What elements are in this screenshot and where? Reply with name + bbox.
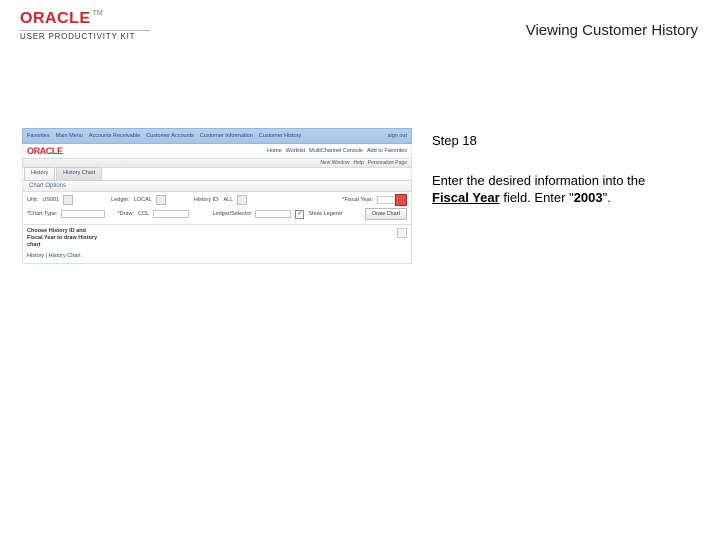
label-ledger: Ledger: — [111, 197, 130, 203]
label-unit: Unit: — [27, 197, 38, 203]
step-number: Step 18 — [432, 132, 682, 150]
form-row-1: Unit: US001 Ledger: LOCAL History ID: AL… — [27, 195, 407, 205]
select-legend[interactable] — [255, 210, 291, 218]
link-home[interactable]: Home — [267, 148, 282, 154]
nav-ar[interactable]: Accounts Receivable — [89, 133, 140, 139]
label-legend: Ledger/Selector — [213, 211, 252, 217]
nav-cust-info[interactable]: Customer Information — [200, 133, 253, 139]
value-unit: US001 — [42, 197, 59, 203]
embedded-app-screenshot: Favorites Main Menu Accounts Receivable … — [22, 128, 412, 264]
select-draw[interactable] — [153, 210, 189, 218]
brand-block: ORACLETM USER PRODUCTIVITY KIT — [20, 10, 170, 41]
nav-cust-history[interactable]: Customer History — [259, 133, 301, 139]
link-worklist[interactable]: Worklist — [286, 148, 305, 154]
label-show-legend: Show Legend — [308, 211, 342, 217]
tab-history-chart[interactable]: History Chart — [56, 167, 102, 180]
app-tabrow: History History Chart — [22, 168, 412, 181]
instr-field: Fiscal Year — [432, 190, 500, 205]
tool-help[interactable]: Help — [354, 160, 364, 166]
inner-oracle-logo: ORACLE — [27, 146, 63, 156]
brand-logo: ORACLE — [20, 10, 91, 27]
lookup-ledger-icon[interactable] — [156, 195, 166, 205]
label-history-id: History ID: — [194, 197, 220, 203]
nav-main-menu[interactable]: Main Menu — [56, 133, 83, 139]
app-brand-links: Home Worklist MultiChannel Console Add t… — [267, 148, 407, 154]
app-brandrow: ORACLE Home Worklist MultiChannel Consol… — [22, 144, 412, 158]
nav-signout[interactable]: sign out — [388, 133, 407, 139]
instruction-panel: Step 18 Enter the desired information in… — [432, 132, 682, 207]
step-highlight-icon — [395, 194, 407, 206]
tool-personalize[interactable]: Personalize Page — [368, 160, 407, 166]
nav-favorites[interactable]: Favorites — [27, 133, 50, 139]
nav-cust-accounts[interactable]: Customer Accounts — [146, 133, 194, 139]
form-chart-options: Unit: US001 Ledger: LOCAL History ID: AL… — [22, 192, 412, 225]
label-fiscal-year: *Fiscal Year: — [342, 197, 373, 203]
result-area: Choose History ID and Fiscal Year to dra… — [22, 225, 412, 264]
app-topnav: Favorites Main Menu Accounts Receivable … — [22, 128, 412, 144]
lookup-unit-icon[interactable] — [63, 195, 73, 205]
instr-value: 2003 — [574, 190, 603, 205]
label-chart-type: *Chart Type: — [27, 211, 57, 217]
tool-new-window[interactable]: New Window — [320, 160, 349, 166]
brand-divider — [20, 30, 150, 31]
page-header: ORACLETM USER PRODUCTIVITY KIT Viewing C… — [0, 0, 720, 60]
result-line1: Choose History ID and — [27, 228, 407, 235]
result-line2: Fiscal Year to draw History — [27, 235, 407, 242]
section-chart-options: Chart Options — [22, 181, 412, 192]
instr-end: ". — [603, 190, 611, 205]
product-name: USER PRODUCTIVITY KIT — [20, 32, 170, 41]
checkbox-show-legend[interactable]: ✓ — [295, 210, 304, 219]
instruction-text: Enter the desired information into the F… — [432, 172, 682, 207]
value-draw: COL — [138, 211, 149, 217]
result-link[interactable]: History | History Chart — [27, 253, 407, 259]
link-mcc[interactable]: MultiChannel Console — [309, 148, 363, 154]
collapse-icon[interactable] — [397, 228, 407, 238]
instr-post: field. Enter " — [500, 190, 574, 205]
result-line3: chart — [27, 242, 407, 249]
button-draw-chart[interactable]: Draw Chart — [365, 208, 407, 220]
form-row-2: *Chart Type: *Draw: COL Ledger/Selector … — [27, 208, 407, 220]
trademark: TM — [93, 10, 103, 17]
lookup-history-icon[interactable] — [237, 195, 247, 205]
link-add-fav[interactable]: Add to Favorites — [367, 148, 407, 154]
tab-history[interactable]: History — [24, 167, 55, 180]
page-title: Viewing Customer History — [526, 22, 698, 39]
instr-pre: Enter the desired information into the — [432, 173, 645, 188]
value-history-id: ALL — [224, 197, 234, 203]
select-chart-type[interactable] — [61, 210, 105, 218]
label-draw: *Draw: — [117, 211, 134, 217]
value-ledger: LOCAL — [134, 197, 152, 203]
